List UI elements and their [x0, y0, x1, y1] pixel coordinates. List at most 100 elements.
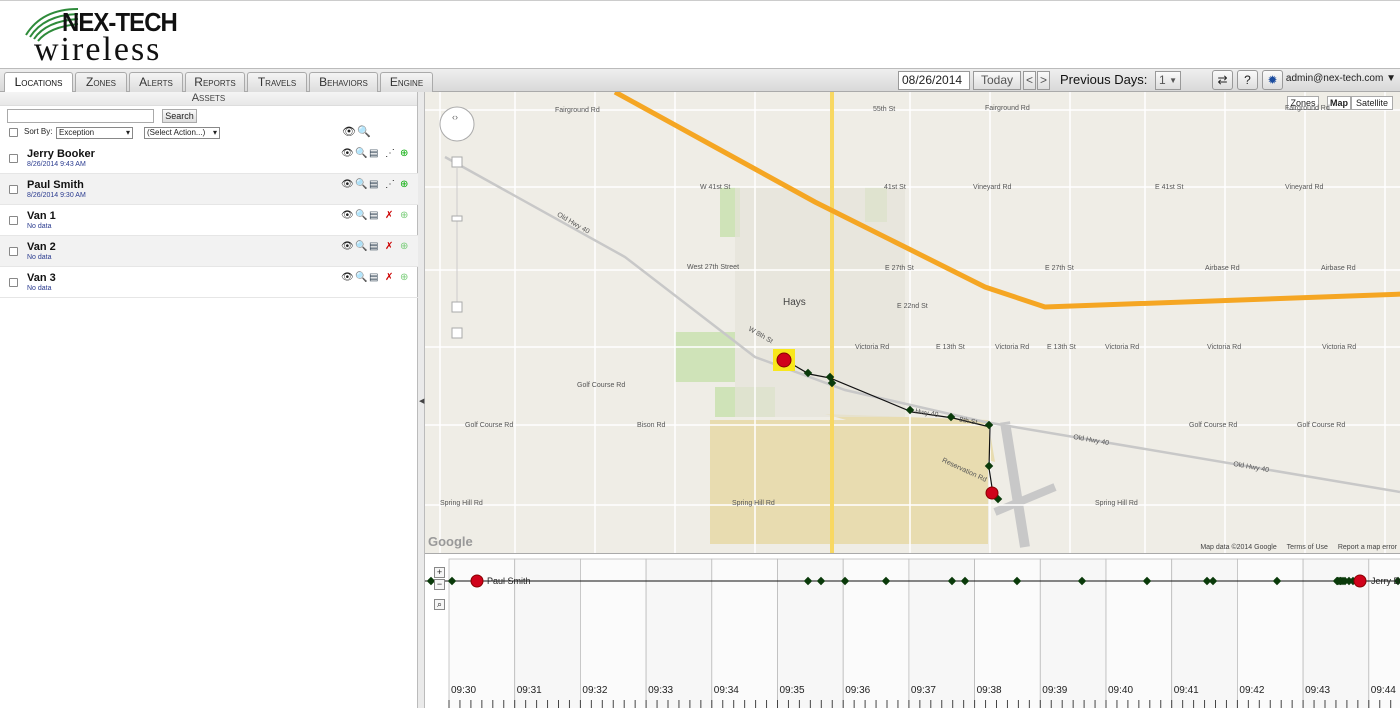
settings-gear-icon[interactable]: ✹ — [1262, 70, 1283, 90]
date-field[interactable]: 08/26/2014 — [898, 71, 970, 90]
asset-checkbox[interactable] — [9, 247, 18, 256]
action-select[interactable]: (Select Action...) — [144, 127, 220, 139]
asset-row[interactable]: Van 2 No data 👁 🔍 ▤ ✗ ⊕ — [0, 236, 418, 267]
help-icon[interactable]: ? — [1237, 70, 1258, 90]
asset-name[interactable]: Van 1 — [27, 210, 56, 222]
route-icon[interactable]: ⋰ — [385, 148, 395, 160]
map-canvas[interactable]: ‹› — [425, 92, 1400, 553]
next-day-button[interactable]: > — [1037, 71, 1050, 90]
locate-target-icon[interactable]: ⊕ — [400, 272, 408, 284]
timeline-zoom-in-button[interactable]: + — [434, 567, 445, 578]
asset-actions: 👁 🔍 ▤ ✗ ⊕ — [341, 241, 417, 255]
google-logo[interactable]: Google — [428, 534, 473, 549]
timeline-time-label: 09:41 — [1173, 685, 1199, 696]
map-label: E 27th St — [885, 265, 914, 272]
report-icon[interactable]: ▤ — [369, 179, 378, 191]
map-label: Fairground Rd — [1285, 105, 1330, 112]
zoom-icon[interactable]: 🔍 — [355, 272, 367, 284]
map-label: W 41st St — [700, 184, 731, 191]
timeline-time-label: 09:44 — [1370, 685, 1396, 696]
eye-icon[interactable]: 👁 — [342, 125, 356, 138]
map-view[interactable]: ‹› Zones Map Satellite Fairground Rd Fai… — [425, 92, 1400, 553]
sort-by-select[interactable]: Exception — [56, 127, 133, 139]
tab-travels[interactable]: Travels — [247, 72, 307, 93]
zoom-icon[interactable]: 🔍 — [355, 241, 367, 253]
zoom-out-button[interactable] — [451, 301, 463, 313]
asset-checkbox[interactable] — [9, 154, 18, 163]
eye-icon[interactable]: 👁 — [341, 272, 354, 284]
asset-search-input[interactable] — [7, 109, 154, 123]
prev-day-button[interactable]: < — [1023, 71, 1036, 90]
asset-row[interactable]: Van 3 No data 👁 🔍 ▤ ✗ ⊕ — [0, 267, 418, 298]
map-type-button[interactable]: Map — [1327, 96, 1351, 110]
tab-engine[interactable]: Engine — [380, 72, 433, 93]
route-icon[interactable]: ✗ — [385, 241, 393, 253]
previous-days-select[interactable]: 1 ▼ — [1155, 71, 1181, 90]
fit-bounds-icon[interactable] — [451, 327, 463, 339]
map-label: Vineyard Rd — [973, 184, 1012, 191]
zoom-in-button[interactable] — [451, 156, 463, 168]
locate-target-icon[interactable]: ⊕ — [400, 148, 408, 160]
locate-target-icon[interactable]: ⊕ — [400, 241, 408, 253]
asset-name[interactable]: Van 3 — [27, 272, 56, 284]
zoom-icon[interactable]: 🔍 — [357, 125, 371, 138]
today-button[interactable]: Today — [973, 71, 1021, 90]
panel-splitter[interactable]: ◀ — [418, 92, 425, 708]
refresh-icon[interactable]: ⇄ — [1212, 70, 1233, 90]
vehicle-marker-jerry-booker[interactable] — [985, 486, 999, 500]
asset-name[interactable]: Jerry Booker — [27, 148, 95, 160]
zoom-icon[interactable]: 🔍 — [355, 179, 367, 191]
report-icon[interactable]: ▤ — [369, 272, 378, 284]
timeline-time-label: 09:34 — [713, 685, 739, 696]
select-all-checkbox[interactable] — [9, 128, 18, 137]
eye-icon[interactable]: 👁 — [341, 210, 354, 222]
tab-alerts[interactable]: Alerts — [129, 72, 183, 93]
report-icon[interactable]: ▤ — [369, 148, 378, 160]
vehicle-marker-paul-smith[interactable] — [776, 352, 792, 368]
eye-icon[interactable]: 👁 — [341, 179, 354, 191]
asset-row[interactable]: Jerry Booker 8/26/2014 9:43 AM 👁 🔍 ▤ ⋰ ⊕ — [0, 143, 418, 174]
timeline-time-label: 09:43 — [1305, 685, 1331, 696]
terms-link[interactable]: Terms of Use — [1287, 544, 1328, 551]
map-label: 41st St — [884, 184, 906, 191]
asset-row[interactable]: Paul Smith 8/26/2014 9:30 AM 👁 🔍 ▤ ⋰ ⊕ — [0, 174, 418, 205]
asset-checkbox[interactable] — [9, 185, 18, 194]
asset-name[interactable]: Paul Smith — [27, 179, 84, 191]
eye-icon[interactable]: 👁 — [341, 241, 354, 253]
report-icon[interactable]: ▤ — [369, 210, 378, 222]
route-icon[interactable]: ✗ — [385, 272, 393, 284]
satellite-type-button[interactable]: Satellite — [1351, 96, 1393, 110]
map-city-area — [735, 187, 905, 417]
timeline[interactable]: + − ⌕ Paul Smith Jerry B 09:30 09:31 09:32… — [425, 553, 1400, 708]
report-icon[interactable]: ▤ — [369, 241, 378, 253]
search-button[interactable]: Search — [162, 109, 197, 123]
asset-name[interactable]: Van 2 — [27, 241, 56, 253]
locate-target-icon[interactable]: ⊕ — [400, 179, 408, 191]
locate-target-icon[interactable]: ⊕ — [400, 210, 408, 222]
map-label: Vineyard Rd — [1285, 184, 1324, 191]
tab-behaviors[interactable]: Behaviors — [309, 72, 378, 93]
tab-zones[interactable]: Zones — [75, 72, 127, 93]
zoom-slider-handle[interactable] — [451, 215, 463, 222]
tab-reports[interactable]: Reports — [185, 72, 245, 93]
eye-icon[interactable]: 👁 — [341, 148, 354, 160]
asset-last-update: No data — [27, 223, 52, 230]
nex-tech-logo[interactable]: NEX-TECH wireless — [22, 5, 192, 68]
asset-actions: 👁 🔍 ▤ ✗ ⊕ — [341, 210, 417, 224]
tab-locations[interactable]: Locations — [4, 72, 73, 94]
map-footer: Map data ©2014 Google Terms of Use Repor… — [1192, 544, 1397, 551]
route-icon[interactable]: ⋰ — [385, 179, 395, 191]
sort-row: Sort By: Exception (Select Action...) 👁 … — [8, 125, 413, 141]
zoom-icon[interactable]: 🔍 — [355, 210, 367, 222]
user-menu[interactable]: admin@nex-tech.com ▼ — [1286, 73, 1396, 84]
report-error-link[interactable]: Report a map error — [1338, 544, 1397, 551]
asset-row[interactable]: Van 1 No data 👁 🔍 ▤ ✗ ⊕ — [0, 205, 418, 236]
asset-checkbox[interactable] — [9, 216, 18, 225]
zoom-icon[interactable]: 🔍 — [355, 148, 367, 160]
asset-checkbox[interactable] — [9, 278, 18, 287]
timeline-zoom-out-button[interactable]: − — [434, 579, 445, 590]
timeline-time-label: 09:35 — [779, 685, 805, 696]
map-label: 55th St — [873, 106, 896, 113]
timeline-search-icon[interactable]: ⌕ — [434, 599, 445, 610]
route-icon[interactable]: ✗ — [385, 210, 393, 222]
